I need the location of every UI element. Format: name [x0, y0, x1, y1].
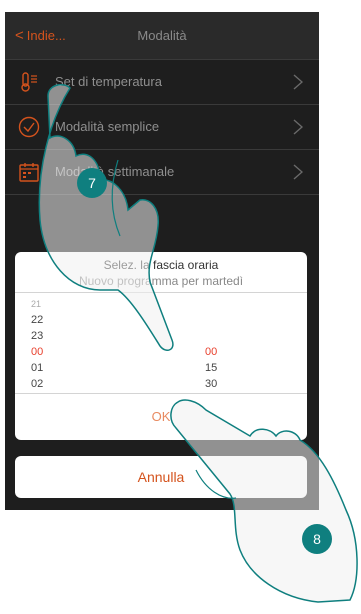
- picker-title: Selez. la fascia oraria: [103, 258, 219, 272]
- hour-wheel[interactable]: 21 22 23 00 01 02 03: [31, 296, 91, 392]
- app-screen: < Indie... Modalità Set di temperatura Mo…: [5, 12, 319, 510]
- minute-option[interactable]: 30: [205, 376, 265, 392]
- calendar-icon: [19, 163, 39, 182]
- menu-item-label: Modalità settimanale: [55, 164, 175, 179]
- hour-option[interactable]: 01: [31, 360, 91, 376]
- step-badge-7: 7: [77, 168, 107, 198]
- hour-option[interactable]: 02: [31, 376, 91, 392]
- minute-option-selected[interactable]: 00: [205, 344, 265, 360]
- minute-wheel[interactable]: 00 15 30 45: [205, 296, 265, 392]
- minute-option[interactable]: 15: [205, 360, 265, 376]
- menu-item-simple-mode[interactable]: Modalità semplice: [5, 105, 319, 150]
- picker-subtitle: Nuovo programma per martedì: [78, 274, 244, 288]
- checkmark-circle-icon: [18, 116, 40, 138]
- menu-item-weekly-mode[interactable]: Modalità settimanale: [5, 150, 319, 195]
- hour-option[interactable]: 22: [31, 312, 91, 328]
- divider: [15, 292, 307, 293]
- menu-item-label: Modalità semplice: [55, 119, 160, 134]
- chevron-right-icon: [293, 74, 303, 90]
- hour-option-selected[interactable]: 00: [31, 344, 91, 360]
- nav-bar: < Indie... Modalità: [5, 12, 319, 60]
- hour-option[interactable]: 23: [31, 328, 91, 344]
- menu-item-temperature-set[interactable]: Set di temperatura: [5, 60, 319, 105]
- cancel-button[interactable]: Annulla: [15, 456, 307, 498]
- minute-option[interactable]: [205, 296, 265, 312]
- chevron-left-icon: <: [15, 27, 24, 44]
- ok-button[interactable]: OK: [15, 394, 307, 440]
- thermometer-icon: [21, 72, 37, 92]
- chevron-right-icon: [293, 119, 303, 135]
- chevron-right-icon: [293, 164, 303, 180]
- minute-option[interactable]: [205, 328, 265, 344]
- minute-option[interactable]: [205, 312, 265, 328]
- step-badge-8: 8: [302, 524, 332, 554]
- back-label: Indie...: [26, 28, 66, 43]
- hour-option[interactable]: 21: [31, 296, 91, 312]
- back-button[interactable]: < Indie...: [15, 12, 66, 59]
- menu-item-label: Set di temperatura: [55, 74, 162, 89]
- time-slot-picker: Selez. la fascia oraria Nuovo programma …: [15, 252, 307, 440]
